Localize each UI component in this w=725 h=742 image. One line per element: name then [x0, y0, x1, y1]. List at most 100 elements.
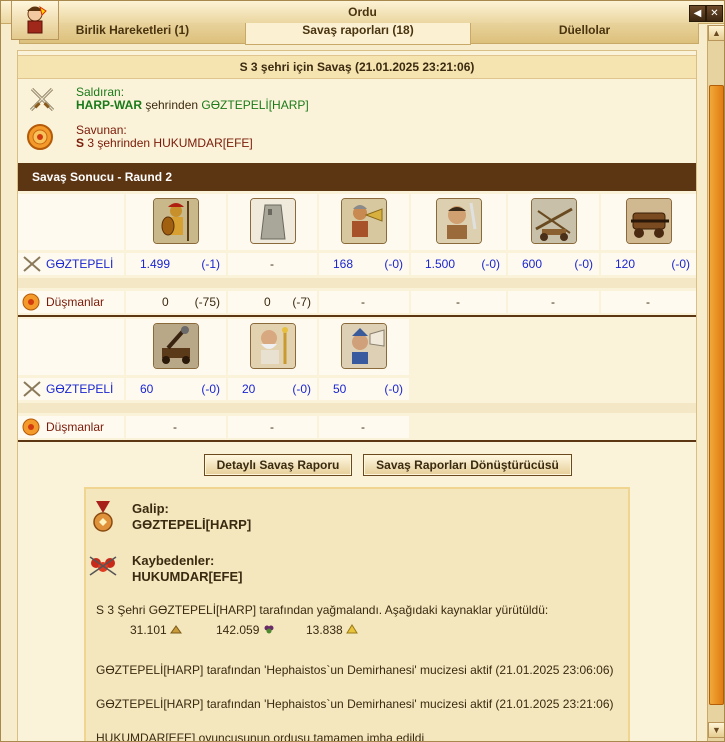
engineer-icon[interactable] — [341, 323, 387, 369]
grapes-icon — [264, 625, 274, 634]
scroll-up-button[interactable]: ▲ — [708, 25, 724, 41]
own-count: 50 — [333, 382, 347, 396]
hornblower-icon[interactable] — [341, 198, 387, 244]
player-unit-count: 120 (-0) — [601, 253, 696, 275]
enemy-count: - — [646, 295, 650, 309]
scroll-thumb[interactable] — [709, 85, 724, 705]
attacker-label: Saldıran: — [76, 85, 125, 99]
losers-name[interactable]: HUKUMDAR[EFE] — [132, 569, 243, 584]
player-name[interactable]: GӨZTEPELİ — [46, 257, 113, 271]
enemy-unit-count: - — [319, 416, 409, 438]
enemies-row-label: Düşmanlar — [18, 291, 124, 313]
enemy-loss: (-75) — [194, 295, 220, 309]
tab-duels[interactable]: Düellolar — [470, 23, 699, 44]
player-unit-count: 168 (-0) — [319, 253, 409, 275]
wonder-line-2: GӨZTEPELİ[HARP] tarafından 'Hephaistos`u… — [96, 697, 614, 711]
own-count: 1.500 — [425, 257, 456, 271]
winner-label: Galip: — [132, 501, 169, 516]
enemy-count: 0 — [162, 295, 169, 309]
enemy-count: - — [551, 295, 555, 309]
crossed-swords-icon — [29, 87, 55, 112]
own-loss: (-0) — [384, 257, 403, 271]
player-unit-count: 20 (-0) — [228, 378, 317, 400]
defender-block: Savunan: S 3 şehrinden HUKUMDAR[EFE] — [24, 123, 424, 157]
oracle-icon[interactable] — [250, 323, 296, 369]
grid-corner — [18, 319, 124, 375]
enemy-unit-count: - — [126, 416, 226, 438]
player-row-label: GӨZTEPELİ — [18, 378, 124, 400]
unit-icon-cell — [126, 194, 226, 250]
tab-battle-reports[interactable]: Savaş raporları (18) — [245, 23, 471, 45]
resource-grapes: 142.059 — [216, 623, 275, 637]
resource-grain: 31.101 — [130, 623, 183, 637]
winner-name[interactable]: GӨZTEPELİ[HARP] — [132, 517, 251, 532]
player-name[interactable]: GӨZTEPELİ — [46, 382, 113, 396]
own-count: 168 — [333, 257, 354, 271]
attacker-city-link[interactable]: GӨZTEPELİ[HARP] — [201, 98, 308, 112]
enemies-name: Düşmanlar — [46, 420, 105, 434]
plunder-text: S 3 Şehri GӨZTEPELİ[HARP] tarafından yağ… — [96, 603, 549, 617]
report-content: S 3 şehri için Savaş (21.01.2025 23:21:0… — [17, 50, 697, 741]
resource-gold: 13.838 — [306, 623, 358, 637]
close-button[interactable]: ✕ — [706, 5, 723, 22]
warrior-avatar-icon — [27, 5, 47, 34]
defender-label: Savunan: — [76, 123, 127, 137]
swordsman-icon[interactable] — [436, 198, 482, 244]
enemy-unit-count: - — [319, 291, 409, 313]
own-loss: (-0) — [292, 382, 311, 396]
unit-icon-cell — [319, 194, 409, 250]
unit-icon-cell — [601, 194, 696, 250]
ram-icon[interactable] — [626, 198, 672, 244]
crossed-swords-small-icon — [23, 381, 41, 397]
own-count: 120 — [615, 257, 636, 271]
row-spacer — [18, 403, 696, 413]
player-unit-count: 1.499 (-1) — [126, 253, 226, 275]
enemy-unit-count: - — [601, 291, 696, 313]
unit-icon-cell — [228, 194, 317, 250]
result-panel: Galip: GӨZTEPELİ[HARP] Kaybedenler: HUKU… — [84, 487, 630, 741]
player-unit-count: 60 (-0) — [126, 378, 226, 400]
player-unit-count: 1.500 (-0) — [411, 253, 506, 275]
shield-icon — [27, 124, 53, 150]
enemy-unit-count: - — [228, 416, 317, 438]
own-loss: (-0) — [574, 257, 593, 271]
window-title: Ordu — [1, 1, 724, 24]
shield-small-icon — [22, 293, 40, 311]
enemy-unit-count: - — [411, 291, 506, 313]
attacker-player-link[interactable]: HARP-WAR — [76, 98, 142, 112]
catapult-icon[interactable] — [153, 323, 199, 369]
enemy-count: - — [270, 420, 274, 434]
enemies-name: Düşmanlar — [46, 295, 105, 309]
grid-divider — [18, 315, 696, 317]
scrollbar[interactable]: ▲ ▼ — [707, 25, 724, 741]
own-count: 1.499 — [140, 257, 171, 271]
units-grid-2: GӨZTEPELİ 60 (-0) 20 (-0) 50 (-0) Düşmanlar - - - — [18, 319, 696, 443]
report-converter-button[interactable]: Savaş Raporları Dönüştürücüsü — [363, 454, 572, 476]
gold-icon — [346, 624, 358, 634]
avatar[interactable] — [11, 1, 59, 40]
grid-divider — [18, 440, 696, 442]
attacker-block: Saldıran: HARP-WAR şehrinden GӨZTEPELİ[H… — [24, 85, 424, 119]
own-count: 60 — [140, 382, 154, 396]
wonder-line-1: GӨZTEPELİ[HARP] tarafından 'Hephaistos`u… — [96, 663, 614, 677]
medal-icon — [93, 501, 113, 532]
defender-city-prefix: S — [76, 136, 85, 150]
ballista-icon[interactable] — [531, 198, 577, 244]
own-count: - — [270, 257, 274, 271]
enemy-unit-count: - — [508, 291, 599, 313]
defender-line[interactable]: 3 şehrinden HUKUMDAR[EFE] — [84, 136, 252, 150]
unit-icon-cell — [228, 319, 317, 375]
player-unit-count: 50 (-0) — [319, 378, 409, 400]
wall-icon[interactable] — [250, 198, 296, 244]
player-unit-count: 600 (-0) — [508, 253, 599, 275]
row-spacer — [18, 278, 696, 288]
army-window: Ordu ◀ ✕ Birlik Hareketleri (1) Savaş ra… — [0, 0, 725, 742]
back-button[interactable]: ◀ — [689, 5, 706, 22]
unit-icon-cell — [508, 194, 599, 250]
grid-corner — [18, 194, 124, 250]
spearman-icon[interactable] — [153, 198, 199, 244]
scroll-down-button[interactable]: ▼ — [708, 722, 724, 738]
detailed-report-button[interactable]: Detaylı Savaş Raporu — [204, 454, 352, 476]
attacker-mid: şehrinden — [142, 98, 202, 112]
own-count: 600 — [522, 257, 543, 271]
